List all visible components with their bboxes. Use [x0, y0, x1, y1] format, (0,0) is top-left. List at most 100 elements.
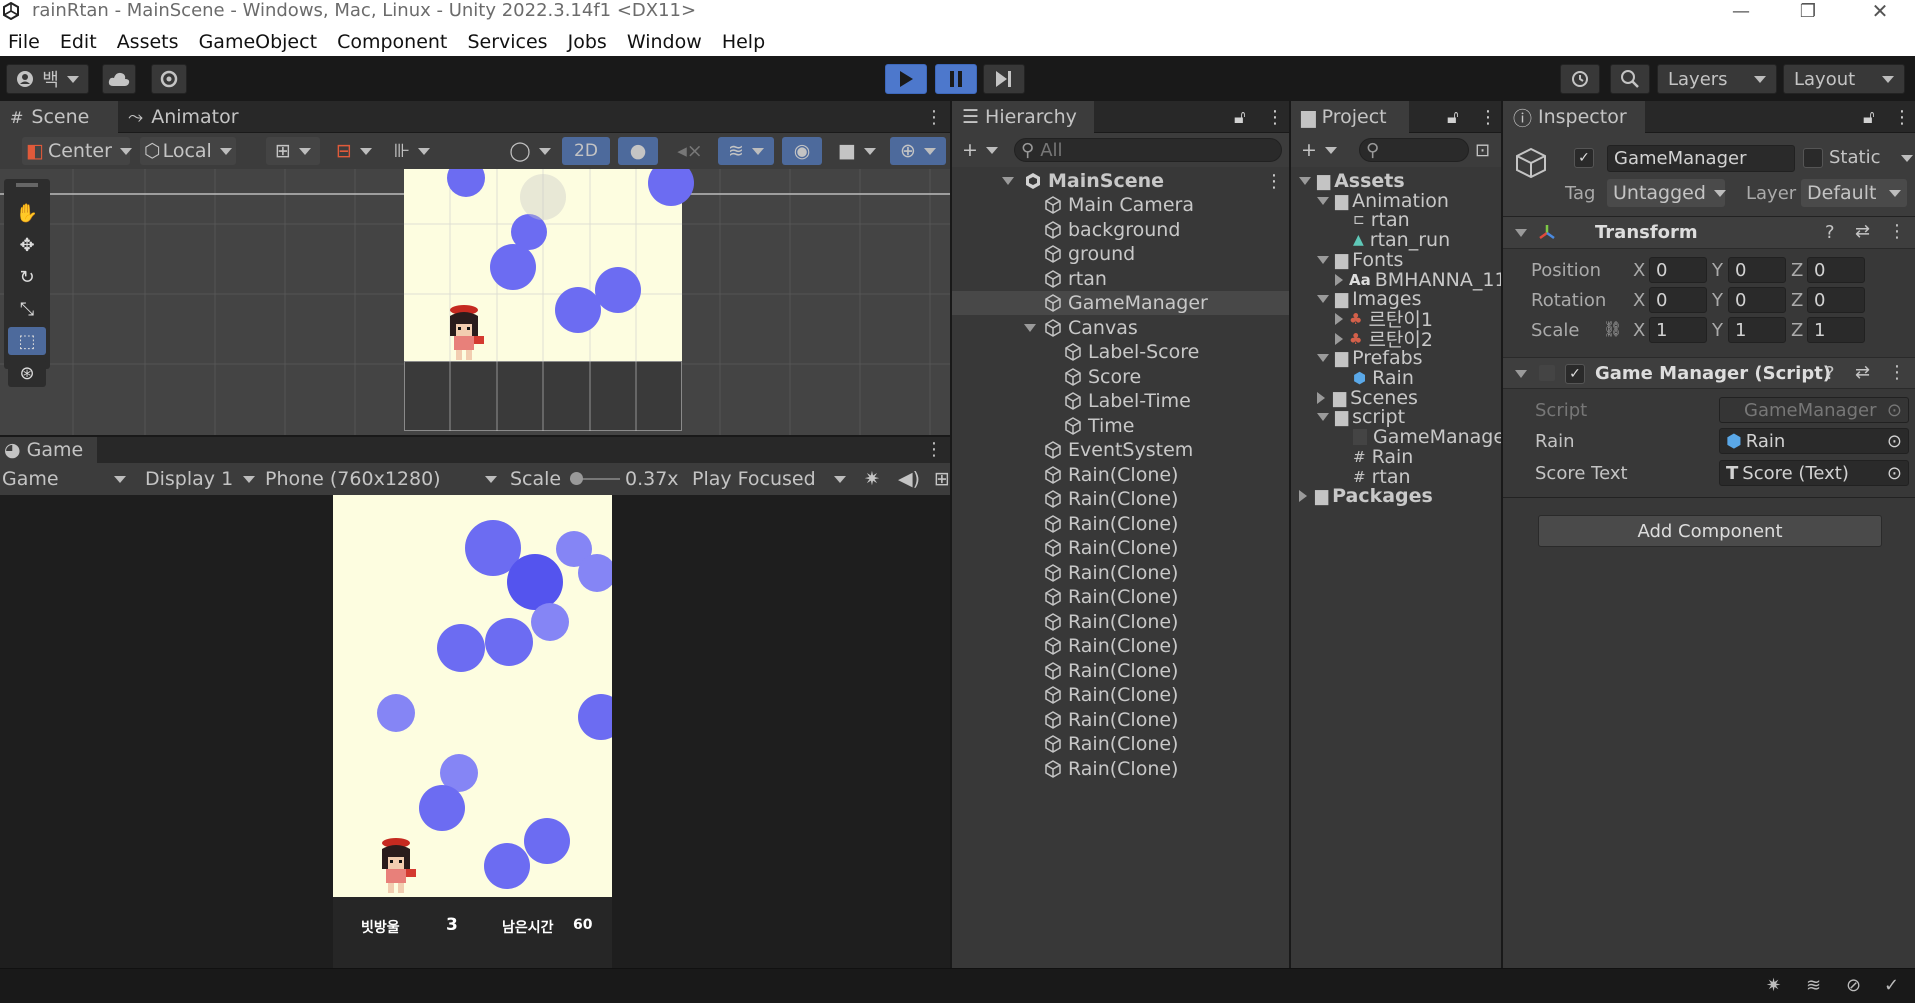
- scale-slider[interactable]: [570, 472, 620, 485]
- camera-dropdown[interactable]: ■: [830, 137, 884, 165]
- axis-label-y[interactable]: Y: [1712, 290, 1723, 311]
- kebab-menu-icon[interactable]: ⋮: [925, 439, 943, 460]
- space-dropdown[interactable]: ⬡ Local: [140, 137, 236, 165]
- hierarchy-item[interactable]: Rain(Clone): [1044, 708, 1178, 732]
- collapse-arrow-icon[interactable]: [1515, 370, 1527, 378]
- hierarchy-item[interactable]: Rain(Clone): [1044, 512, 1178, 536]
- hand-tool-icon[interactable]: ✋: [8, 199, 46, 227]
- kebab-menu-icon[interactable]: ⋮: [1888, 221, 1906, 242]
- kebab-menu-icon[interactable]: ⋮: [1888, 362, 1906, 383]
- project-item[interactable]: ▆ Packages: [1299, 484, 1433, 508]
- expand-arrow-icon[interactable]: [1024, 323, 1036, 332]
- menu-gameobject[interactable]: GameObject: [191, 24, 317, 60]
- pause-button[interactable]: [935, 64, 977, 94]
- kebab-menu-icon[interactable]: ⋮: [1893, 107, 1911, 128]
- auto-generate-lighting-icon[interactable]: ⊘: [1846, 975, 1861, 996]
- rain-prefab-field[interactable]: ⬢ Rain ⊙: [1719, 428, 1909, 454]
- collapse-arrow-icon[interactable]: [1335, 312, 1343, 325]
- toggle-2d-button[interactable]: 2D: [562, 137, 610, 165]
- preset-icon[interactable]: ⇄: [1855, 221, 1870, 242]
- link-scale-icon[interactable]: ⛓: [1603, 320, 1622, 338]
- axis-label-x[interactable]: X: [1633, 320, 1645, 341]
- pivot-dropdown[interactable]: ◧ Center: [22, 137, 132, 165]
- kebab-menu-icon[interactable]: ⋮: [925, 107, 943, 128]
- lock-icon[interactable]: 🔓︎: [1447, 107, 1459, 128]
- align-dropdown[interactable]: ⊪: [386, 137, 438, 165]
- hierarchy-item[interactable]: rtan: [1044, 267, 1107, 291]
- tab-inspector[interactable]: ⓘ Inspector: [1503, 101, 1645, 133]
- bug-icon[interactable]: ✷: [1766, 975, 1781, 996]
- expand-arrow-icon[interactable]: [1317, 255, 1329, 264]
- menu-component[interactable]: Component: [329, 24, 447, 60]
- scene-viewport[interactable]: ✋ ✥ ↻ ⤡ ⬚ ⊛: [0, 169, 950, 435]
- collapse-arrow-icon[interactable]: [1299, 490, 1307, 503]
- transform-header[interactable]: Transform ? ⇄ ⋮: [1503, 217, 1915, 249]
- slider-thumb[interactable]: [570, 472, 583, 485]
- scale-y-input[interactable]: 1: [1728, 317, 1786, 343]
- hierarchy-item[interactable]: Score: [1064, 365, 1141, 389]
- active-checkbox[interactable]: ✓: [1574, 148, 1594, 168]
- object-picker-icon[interactable]: ⊙: [1887, 431, 1902, 452]
- hierarchy-item[interactable]: ground: [1044, 242, 1135, 266]
- display-dropdown[interactable]: Display 1: [145, 465, 255, 493]
- cloud-button[interactable]: [102, 64, 136, 94]
- layers-dropdown[interactable]: Layers: [1657, 64, 1777, 94]
- play-mode-dropdown[interactable]: Play Focused: [692, 465, 846, 493]
- tab-hierarchy[interactable]: ☰ Hierarchy: [952, 101, 1094, 133]
- position-z-input[interactable]: 0: [1807, 257, 1865, 283]
- resolution-dropdown[interactable]: Phone (760x1280): [265, 465, 497, 493]
- rotation-x-input[interactable]: 0: [1649, 287, 1707, 313]
- audio-toggle[interactable]: ◂×: [670, 137, 710, 165]
- view-dropdown[interactable]: Game: [2, 465, 128, 493]
- transform-tool-icon[interactable]: ⊛: [8, 359, 46, 387]
- rect-tool-icon[interactable]: ⬚: [8, 327, 46, 355]
- expand-arrow-icon[interactable]: [1317, 295, 1329, 304]
- menu-file[interactable]: File: [0, 24, 40, 60]
- expand-arrow-icon[interactable]: [1002, 177, 1014, 185]
- collapse-arrow-icon[interactable]: [1335, 273, 1343, 286]
- hierarchy-item[interactable]: Rain(Clone): [1044, 757, 1178, 781]
- position-x-input[interactable]: 0: [1649, 257, 1707, 283]
- hidden-objects-toggle[interactable]: ◉: [782, 137, 822, 165]
- effects-dropdown[interactable]: ≋: [718, 137, 774, 165]
- hierarchy-item[interactable]: background: [1044, 218, 1180, 242]
- hierarchy-item[interactable]: Rain(Clone): [1044, 487, 1178, 511]
- hierarchy-item[interactable]: Rain(Clone): [1044, 732, 1178, 756]
- hierarchy-item[interactable]: Rain(Clone): [1044, 561, 1178, 585]
- lighting-toggle[interactable]: ●: [618, 137, 658, 165]
- hierarchy-item[interactable]: GameManager: [1044, 291, 1208, 315]
- rotation-y-input[interactable]: 0: [1728, 287, 1786, 313]
- collapse-arrow-icon[interactable]: [1317, 391, 1325, 404]
- axis-label-x[interactable]: X: [1633, 290, 1645, 311]
- step-button[interactable]: [983, 64, 1025, 94]
- stats-icon[interactable]: ⊞: [934, 465, 950, 493]
- menu-edit[interactable]: Edit: [52, 24, 97, 60]
- menu-jobs[interactable]: Jobs: [560, 24, 607, 60]
- play-button[interactable]: [885, 64, 927, 94]
- scale-z-input[interactable]: 1: [1807, 317, 1865, 343]
- create-dropdown[interactable]: +: [962, 136, 998, 164]
- cache-server-icon[interactable]: ≋: [1806, 975, 1821, 996]
- hierarchy-item[interactable]: Rain(Clone): [1044, 634, 1178, 658]
- minimize-icon[interactable]: —: [1726, 0, 1756, 22]
- gizmos-dropdown[interactable]: ⊕: [890, 137, 946, 165]
- hierarchy-search-input[interactable]: ⚲ All: [1014, 138, 1282, 162]
- lock-icon[interactable]: 🔓︎: [1863, 107, 1875, 128]
- kebab-menu-icon[interactable]: ⋮: [1265, 171, 1283, 192]
- grid-snap-dropdown[interactable]: ⊞: [266, 137, 320, 165]
- collapse-arrow-icon[interactable]: [1335, 332, 1343, 345]
- close-icon[interactable]: ✕: [1865, 0, 1895, 23]
- rotate-tool-icon[interactable]: ↻: [8, 263, 46, 291]
- axis-label-z[interactable]: Z: [1791, 260, 1803, 281]
- lock-icon[interactable]: 🔓︎: [1234, 107, 1246, 128]
- tab-scene[interactable]: # Scene: [0, 101, 118, 133]
- tag-dropdown[interactable]: Untagged: [1607, 179, 1726, 207]
- kebab-menu-icon[interactable]: ⋮: [1479, 107, 1497, 128]
- hierarchy-item[interactable]: EventSystem: [1044, 438, 1193, 462]
- increment-snap-dropdown[interactable]: ⊟: [328, 137, 380, 165]
- collapse-arrow-icon[interactable]: [1515, 229, 1527, 237]
- history-button[interactable]: [1560, 64, 1600, 94]
- project-search-input[interactable]: ⚲: [1359, 138, 1469, 162]
- preset-icon[interactable]: ⇄: [1855, 362, 1870, 383]
- speaker-icon[interactable]: ◀): [897, 465, 921, 493]
